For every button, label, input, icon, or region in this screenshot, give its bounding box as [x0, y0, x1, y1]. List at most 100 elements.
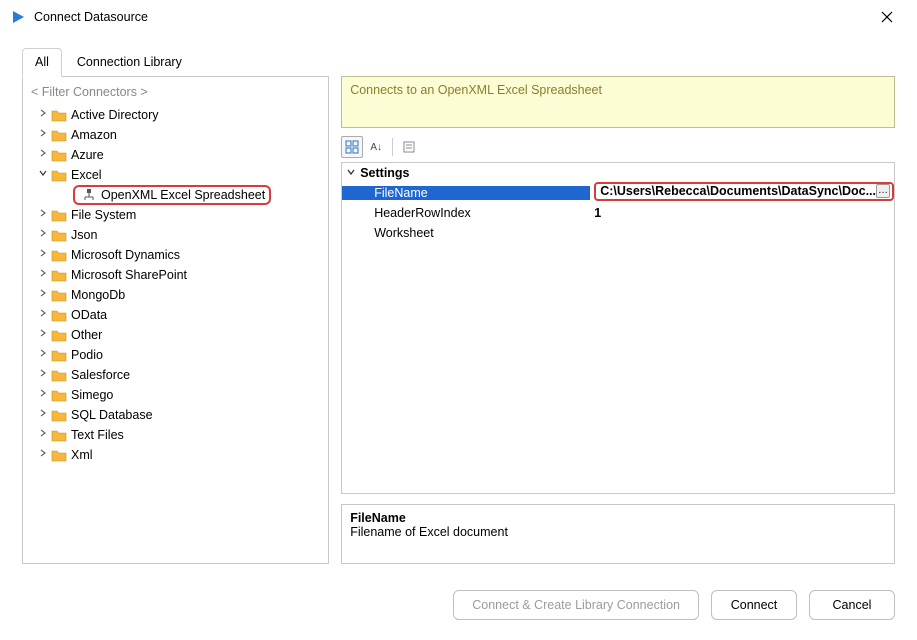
- tree-folder-label: Azure: [71, 145, 104, 165]
- browse-ellipsis-button[interactable]: …: [876, 184, 890, 198]
- tree-folder-simego[interactable]: Simego: [29, 385, 324, 405]
- tree-folder-microsoft-dynamics[interactable]: Microsoft Dynamics: [29, 245, 324, 265]
- chevron-right-icon[interactable]: [35, 445, 51, 465]
- chevron-down-icon: [346, 166, 360, 180]
- toolbar-separator: [392, 138, 393, 156]
- chevron-right-icon[interactable]: [35, 145, 51, 165]
- property-description-title: FileName: [350, 511, 886, 525]
- settings-property-grid: Settings FileName C:\Users\Rebecca\Docum…: [341, 162, 895, 494]
- app-logo-icon: [10, 9, 26, 25]
- chevron-right-icon[interactable]: [35, 125, 51, 145]
- property-description-body: Filename of Excel document: [350, 525, 886, 539]
- tree-folder-label: Text Files: [71, 425, 124, 445]
- tree-folder-label: Other: [71, 325, 102, 345]
- tab-bar: All Connection Library: [22, 48, 197, 77]
- property-row-headerrowindex[interactable]: HeaderRowIndex 1: [342, 203, 894, 223]
- folder-icon: [51, 107, 67, 123]
- connector-tree[interactable]: Active DirectoryAmazonAzureExcelOpenXML …: [29, 105, 324, 465]
- tree-folder-label: Active Directory: [71, 105, 159, 125]
- tree-folder-text-files[interactable]: Text Files: [29, 425, 324, 445]
- chevron-right-icon[interactable]: [35, 365, 51, 385]
- tree-folder-other[interactable]: Other: [29, 325, 324, 345]
- property-label: FileName: [342, 186, 590, 200]
- chevron-down-icon[interactable]: [35, 165, 51, 185]
- tree-folder-label: Xml: [71, 445, 93, 465]
- tree-folder-label: Amazon: [71, 125, 117, 145]
- tree-item-openxml-excel-spreadsheet[interactable]: OpenXML Excel Spreadsheet: [29, 185, 324, 205]
- tree-folder-microsoft-sharepoint[interactable]: Microsoft SharePoint: [29, 265, 324, 285]
- tree-folder-excel[interactable]: Excel: [29, 165, 324, 185]
- chevron-right-icon[interactable]: [35, 325, 51, 345]
- property-label: Worksheet: [342, 226, 590, 240]
- tree-folder-salesforce[interactable]: Salesforce: [29, 365, 324, 385]
- chevron-right-icon[interactable]: [35, 305, 51, 325]
- chevron-right-icon[interactable]: [35, 205, 51, 225]
- property-value[interactable]: 1: [590, 206, 894, 220]
- tree-folder-mongodb[interactable]: MongoDb: [29, 285, 324, 305]
- tree-folder-label: Microsoft Dynamics: [71, 245, 180, 265]
- folder-icon: [51, 167, 67, 183]
- folder-icon: [51, 447, 67, 463]
- folder-icon: [51, 127, 67, 143]
- tab-connection-library[interactable]: Connection Library: [64, 48, 195, 77]
- chevron-right-icon[interactable]: [35, 285, 51, 305]
- chevron-right-icon[interactable]: [35, 345, 51, 365]
- chevron-right-icon[interactable]: [35, 385, 51, 405]
- window-title: Connect Datasource: [34, 10, 865, 24]
- tree-folder-label: Excel: [71, 165, 102, 185]
- settings-group-label: Settings: [360, 166, 409, 180]
- filter-connectors-input[interactable]: < Filter Connectors >: [29, 83, 324, 105]
- tree-folder-odata[interactable]: OData: [29, 305, 324, 325]
- connector-icon: [81, 187, 97, 203]
- categorized-view-button[interactable]: [341, 136, 363, 158]
- property-row-worksheet[interactable]: Worksheet: [342, 223, 894, 243]
- tree-folder-label: SQL Database: [71, 405, 153, 425]
- tree-folder-azure[interactable]: Azure: [29, 145, 324, 165]
- cancel-button[interactable]: Cancel: [809, 590, 895, 620]
- tree-folder-label: Podio: [71, 345, 103, 365]
- titlebar: Connect Datasource: [0, 0, 917, 34]
- folder-icon: [51, 267, 67, 283]
- dialog-button-row: Connect & Create Library Connection Conn…: [453, 590, 895, 620]
- property-description-box: FileName Filename of Excel document: [341, 504, 895, 564]
- connect-create-library-button[interactable]: Connect & Create Library Connection: [453, 590, 699, 620]
- connect-button[interactable]: Connect: [711, 590, 797, 620]
- alphabetical-view-button[interactable]: A↓: [365, 136, 387, 158]
- tree-folder-file-system[interactable]: File System: [29, 205, 324, 225]
- connector-tree-panel: < Filter Connectors > Active DirectoryAm…: [22, 76, 329, 564]
- chevron-right-icon[interactable]: [35, 405, 51, 425]
- chevron-right-icon[interactable]: [35, 425, 51, 445]
- folder-icon: [51, 407, 67, 423]
- property-row-filename[interactable]: FileName C:\Users\Rebecca\Documents\Data…: [342, 183, 894, 203]
- property-label: HeaderRowIndex: [342, 206, 590, 220]
- tree-folder-sql-database[interactable]: SQL Database: [29, 405, 324, 425]
- categorized-icon: [345, 140, 359, 154]
- chevron-right-icon[interactable]: [35, 105, 51, 125]
- property-pages-button[interactable]: [398, 136, 420, 158]
- tree-folder-label: Microsoft SharePoint: [71, 265, 187, 285]
- property-value-filename[interactable]: C:\Users\Rebecca\Documents\DataSync\Doc.…: [590, 182, 894, 204]
- folder-icon: [51, 427, 67, 443]
- tree-folder-xml[interactable]: Xml: [29, 445, 324, 465]
- tree-folder-amazon[interactable]: Amazon: [29, 125, 324, 145]
- settings-group-header[interactable]: Settings: [342, 163, 894, 183]
- window-close-button[interactable]: [865, 2, 909, 32]
- folder-icon: [51, 367, 67, 383]
- tree-folder-json[interactable]: Json: [29, 225, 324, 245]
- close-icon: [881, 11, 893, 23]
- tree-folder-active-directory[interactable]: Active Directory: [29, 105, 324, 125]
- property-page-icon: [402, 140, 416, 154]
- folder-icon: [51, 347, 67, 363]
- tab-all[interactable]: All: [22, 48, 62, 77]
- tree-folder-podio[interactable]: Podio: [29, 345, 324, 365]
- folder-icon: [51, 327, 67, 343]
- chevron-right-icon[interactable]: [35, 225, 51, 245]
- folder-icon: [51, 207, 67, 223]
- property-toolbar: A↓: [341, 134, 895, 162]
- folder-icon: [51, 227, 67, 243]
- chevron-right-icon[interactable]: [35, 265, 51, 285]
- folder-icon: [51, 147, 67, 163]
- folder-icon: [51, 287, 67, 303]
- chevron-right-icon[interactable]: [35, 245, 51, 265]
- tree-item-label: OpenXML Excel Spreadsheet: [101, 185, 265, 205]
